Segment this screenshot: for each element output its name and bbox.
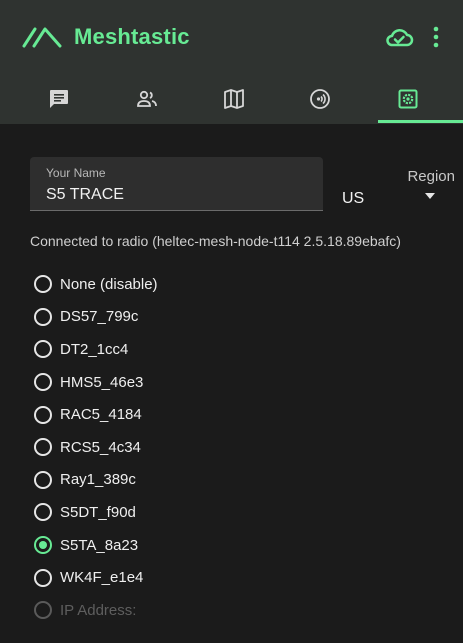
device-radio-dt2[interactable]: DT2_1cc4	[34, 333, 434, 366]
device-radio-ds57[interactable]: DS57_799c	[34, 301, 434, 334]
device-label: HMS5_46e3	[60, 373, 144, 391]
radio-button[interactable]	[34, 438, 52, 457]
your-name-field[interactable]: Your Name S5 TRACE	[30, 157, 323, 211]
device-label: IP Address:	[60, 601, 137, 619]
device-radio-rac5[interactable]: RAC5_4184	[34, 398, 434, 431]
radio-button[interactable]	[34, 373, 52, 392]
chat-icon	[50, 90, 68, 108]
app-bar: Meshtastic	[0, 0, 463, 74]
radio-button-disabled	[34, 601, 52, 620]
device-radio-s5dt[interactable]: S5DT_f90d	[34, 496, 434, 529]
tab-map[interactable]	[191, 74, 277, 124]
radio-button[interactable]	[34, 307, 52, 326]
tab-messages[interactable]	[16, 74, 102, 124]
device-label: WK4F_e1e4	[60, 569, 144, 587]
selected-tab-indicator	[378, 120, 463, 123]
device-radio-rcs5[interactable]: RCS5_4c34	[34, 431, 434, 464]
device-label: RAC5_4184	[60, 406, 142, 424]
more-vert-icon[interactable]	[432, 25, 440, 49]
meshtastic-logo-icon	[22, 27, 62, 48]
settings-icon	[398, 89, 418, 109]
region-value[interactable]: US	[342, 190, 364, 208]
dropdown-caret-icon[interactable]	[424, 192, 436, 200]
device-radio-ip-address: IP Address:	[34, 594, 434, 627]
your-name-label: Your Name	[46, 166, 106, 180]
tab-bar	[0, 74, 463, 124]
device-radio-ray1[interactable]: Ray1_389c	[34, 464, 434, 497]
radio-button-selected[interactable]	[34, 536, 52, 555]
radio-signal-icon	[310, 89, 330, 109]
region-label: Region	[407, 168, 455, 185]
radio-button[interactable]	[34, 340, 52, 359]
people-icon	[137, 90, 157, 107]
device-label: RCS5_4c34	[60, 438, 141, 456]
tab-settings[interactable]	[365, 74, 451, 124]
radio-button[interactable]	[34, 503, 52, 522]
device-radio-hms5[interactable]: HMS5_46e3	[34, 366, 434, 399]
tab-nodes[interactable]	[104, 74, 190, 124]
your-name-input[interactable]: S5 TRACE	[46, 186, 124, 204]
device-label: DS57_799c	[60, 308, 139, 326]
device-label: DT2_1cc4	[60, 340, 129, 358]
map-icon	[224, 89, 244, 109]
radio-button[interactable]	[34, 568, 52, 587]
device-radio-wk4f[interactable]: WK4F_e1e4	[34, 561, 434, 594]
device-list: None (disable) DS57_799c DT2_1cc4 HMS5_4…	[34, 268, 434, 627]
device-label: S5DT_f90d	[60, 503, 136, 521]
app-title: Meshtastic	[74, 24, 190, 49]
cloud-check-icon[interactable]	[384, 24, 414, 50]
connection-status: Connected to radio (heltec-mesh-node-t11…	[30, 233, 401, 249]
radio-button[interactable]	[34, 275, 52, 294]
radio-button[interactable]	[34, 405, 52, 424]
device-label: Ray1_389c	[60, 471, 136, 489]
device-label: S5TA_8a23	[60, 536, 139, 554]
device-radio-s5ta[interactable]: S5TA_8a23	[34, 529, 434, 562]
device-label: None (disable)	[60, 275, 158, 293]
device-radio-none[interactable]: None (disable)	[34, 268, 434, 301]
tab-channels[interactable]	[277, 74, 363, 124]
radio-button[interactable]	[34, 470, 52, 489]
